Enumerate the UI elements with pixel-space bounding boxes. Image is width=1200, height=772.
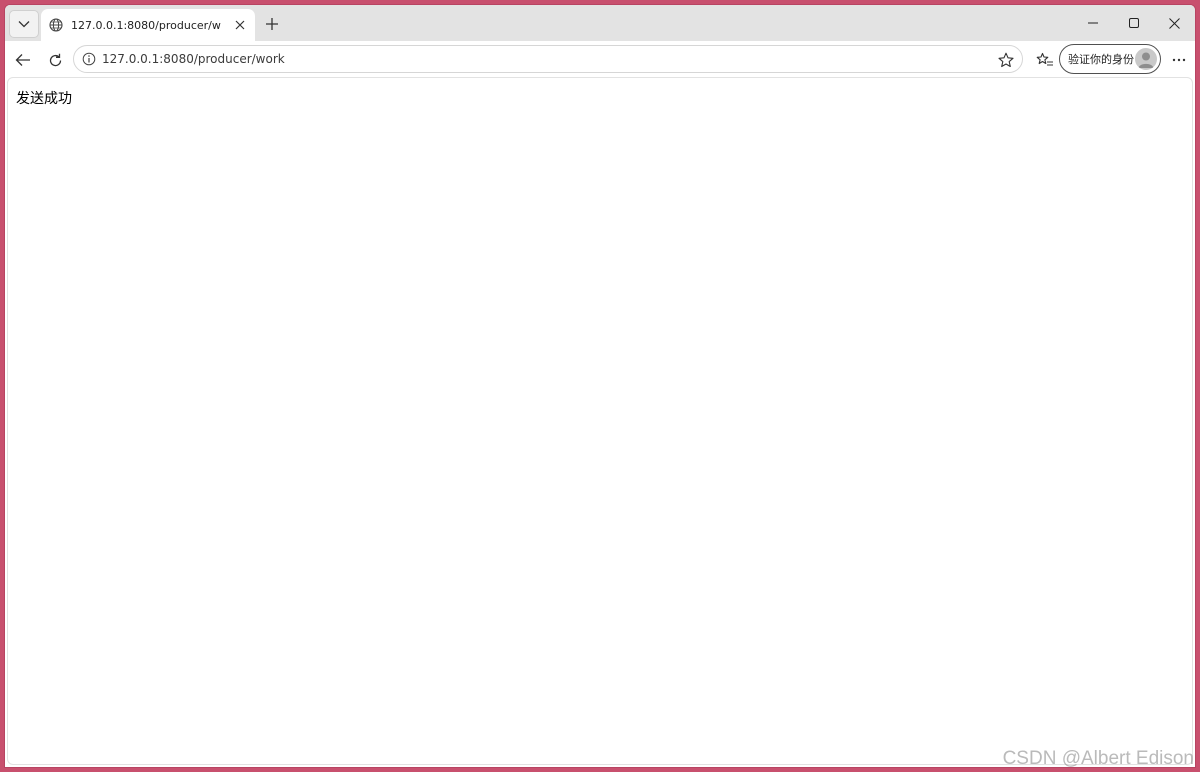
address-bar[interactable]: 127.0.0.1:8080/producer/work xyxy=(73,45,1023,73)
maximize-button[interactable] xyxy=(1113,5,1154,41)
add-favorite-button[interactable] xyxy=(996,50,1016,70)
favorites-list-icon xyxy=(1036,52,1054,68)
info-icon[interactable] xyxy=(82,52,96,66)
close-icon xyxy=(235,20,245,30)
close-window-button[interactable] xyxy=(1154,5,1195,41)
tab-title: 127.0.0.1:8080/producer/work xyxy=(71,18,221,32)
more-horizontal-icon xyxy=(1172,58,1186,62)
profile-button[interactable]: 验证你的身份 xyxy=(1059,44,1161,74)
close-tab-button[interactable] xyxy=(231,16,249,34)
browser-window: 127.0.0.1:8080/producer/work xyxy=(4,4,1196,768)
page-content: 发送成功 xyxy=(7,77,1193,765)
window-controls xyxy=(1072,5,1195,41)
tab-actions-button[interactable] xyxy=(9,10,39,38)
maximize-icon xyxy=(1128,18,1139,28)
profile-label: 验证你的身份 xyxy=(1068,53,1134,66)
plus-icon xyxy=(265,17,279,31)
star-icon xyxy=(998,52,1014,68)
minimize-icon xyxy=(1087,18,1098,28)
browser-toolbar: 127.0.0.1:8080/producer/work 验证你的身份 xyxy=(5,41,1195,77)
url-text[interactable]: 127.0.0.1:8080/producer/work xyxy=(102,52,285,66)
favorites-button[interactable] xyxy=(1031,46,1059,74)
chevron-down-icon xyxy=(18,20,30,28)
avatar xyxy=(1135,48,1157,70)
arrow-left-icon xyxy=(15,53,31,67)
globe-icon xyxy=(49,18,63,32)
back-button[interactable] xyxy=(9,46,37,74)
minimize-button[interactable] xyxy=(1072,5,1113,41)
more-options-button[interactable] xyxy=(1165,46,1193,74)
new-tab-button[interactable] xyxy=(259,11,285,37)
response-message: 发送成功 xyxy=(16,91,72,107)
tab-strip: 127.0.0.1:8080/producer/work xyxy=(5,5,1195,41)
tab-active[interactable]: 127.0.0.1:8080/producer/work xyxy=(41,9,255,41)
close-icon xyxy=(1169,17,1180,29)
watermark: CSDN @Albert Edison xyxy=(1002,748,1194,769)
reload-button[interactable] xyxy=(41,46,69,74)
refresh-icon xyxy=(48,53,63,68)
